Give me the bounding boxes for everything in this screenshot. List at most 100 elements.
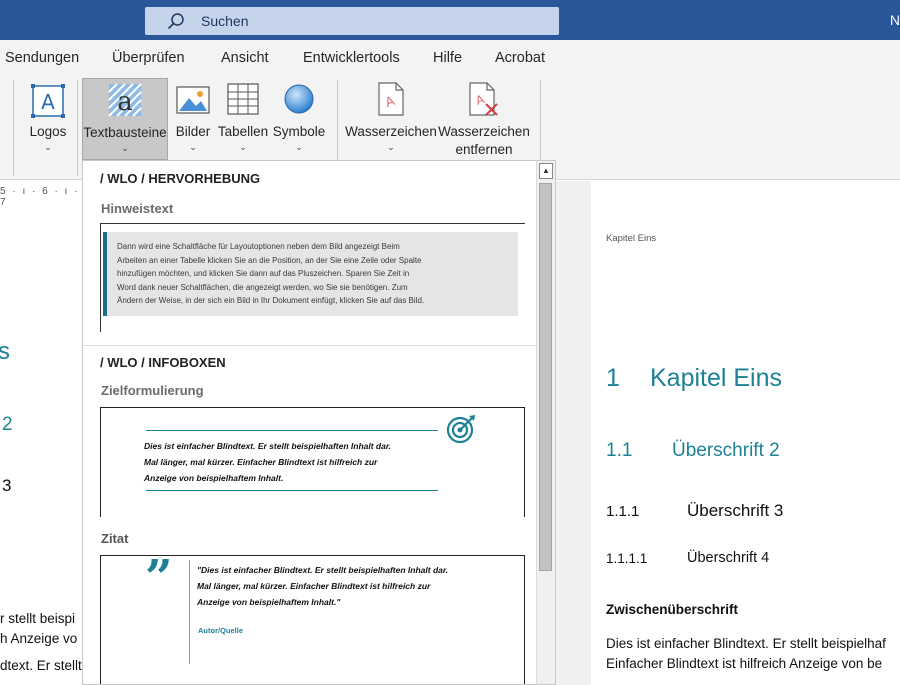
tab-ansicht[interactable]: Ansicht <box>221 50 269 66</box>
preview-border <box>100 224 101 332</box>
heading2-text: Überschrift 2 <box>672 440 780 461</box>
page-gap <box>556 181 591 685</box>
left-heading-fragment: 3 <box>2 476 12 495</box>
logos-button[interactable]: A Logos ⌄ <box>22 78 74 158</box>
text-line: Anzeige von beispielhaftem Inhalt." <box>197 597 341 607</box>
tab-ueberpruefen[interactable]: Überprüfen <box>112 50 185 66</box>
ribbon-separator <box>13 80 14 176</box>
gallery-item-title: Zielformulierung <box>101 383 204 398</box>
chevron-down-icon: ⌄ <box>44 142 52 152</box>
left-body-fragment: dtext. Er stellt <box>0 658 82 673</box>
symbole-button[interactable]: Symbole ⌄ <box>271 78 327 158</box>
chevron-down-icon: ⌄ <box>121 143 129 153</box>
ribbon-tabs: Sendungen Überprüfen Ansicht Entwicklert… <box>0 40 900 76</box>
heading2-number: 1.1 <box>606 440 633 461</box>
heading1-text: Kapitel Eins <box>650 364 783 392</box>
logos-label: Logos <box>29 124 67 139</box>
tabellen-button[interactable]: Tabellen ⌄ <box>217 78 269 158</box>
heading4-number: 1.1.1.1 <box>606 551 648 566</box>
tab-acrobat[interactable]: Acrobat <box>495 50 545 66</box>
gallery-section-title: / WLO / HERVORHEBUNG <box>100 171 261 186</box>
svg-text:A: A <box>41 90 55 114</box>
quick-parts-icon: a <box>108 83 142 117</box>
watermark-icon: A <box>378 82 404 116</box>
text-line: Ändern der Weise, in der sich ein Bild i… <box>117 296 425 305</box>
left-body-fragment: h Anzeige vo <box>0 631 78 646</box>
zielformulierung-body: Dies ist einfacher Blindtext. Er stellt … <box>144 438 391 486</box>
label-line-2: entfernen <box>455 142 513 157</box>
textbausteine-button[interactable]: a Textbausteine ⌄ <box>82 78 168 160</box>
search-placeholder: Suchen <box>201 13 249 29</box>
table-icon <box>227 83 259 115</box>
gallery-scrollbar[interactable]: ▲ <box>536 161 555 684</box>
tab-entwicklertools[interactable]: Entwicklertools <box>303 50 400 66</box>
left-body-fragment: r stellt beispi <box>0 611 76 626</box>
text-line: "Dies ist einfacher Blindtext. Er stellt… <box>197 565 449 575</box>
remove-watermark-icon: A <box>469 82 498 116</box>
textbausteine-label: Textbausteine <box>83 125 167 140</box>
gallery-item-zitat[interactable]: Zitat ” "Dies ist einfacher Blindtext. E… <box>83 523 538 684</box>
chevron-down-icon: ⌄ <box>239 142 247 152</box>
tabellen-label: Tabellen <box>217 124 269 139</box>
gallery-item-hinweistext[interactable]: Hinweistext Dann wird eine Schaltfläche … <box>83 191 538 341</box>
search-icon <box>167 13 184 30</box>
wasserzeichen-label: Wasserzeichen <box>345 124 437 139</box>
symbole-label: Symbole <box>272 124 326 139</box>
quote-rule <box>189 560 190 664</box>
heading3-text: Überschrift 3 <box>687 501 784 520</box>
text-line: Dann wird eine Schaltfläche für Layoutop… <box>117 242 400 251</box>
preview-rule <box>146 490 438 491</box>
title-bar: Suchen N <box>0 0 900 40</box>
heading1-number: 1 <box>606 364 620 392</box>
wasserzeichen-entfernen-label: Wasserzeichen entfernen <box>438 123 530 159</box>
text-line: Dies ist einfacher Blindtext. Er stellt … <box>144 441 392 451</box>
gallery-item-title: Zitat <box>101 531 129 546</box>
scrollbar-thumb[interactable] <box>539 183 552 571</box>
textbausteine-gallery: / WLO / HERVORHEBUNG Hinweistext Dann wi… <box>82 160 556 685</box>
chevron-down-icon: ⌄ <box>387 142 395 152</box>
quote-icon: ” <box>145 550 173 606</box>
left-heading-fragment: s <box>0 338 10 365</box>
ribbon-separator <box>77 80 78 176</box>
hinweistext-preview: Dann wird eine Schaltfläche für Layoutop… <box>100 223 525 332</box>
zitat-author: Autor/Quelle <box>198 626 244 635</box>
preview-rule <box>146 430 438 431</box>
zielformulierung-preview: Dies ist einfacher Blindtext. Er stellt … <box>100 407 525 517</box>
search-box[interactable]: Suchen <box>145 7 559 35</box>
ruler: 5 · ı · 6 · ı · 7 <box>0 186 80 208</box>
text-line: Anzeige von beispielhaftem Inhalt. <box>144 473 284 483</box>
left-heading-fragment: 2 <box>2 414 13 435</box>
tab-hilfe[interactable]: Hilfe <box>433 50 462 66</box>
bilder-button[interactable]: Bilder ⌄ <box>172 78 214 158</box>
body-line: Einfacher Blindtext ist hilfreich Anzeig… <box>606 656 883 671</box>
chevron-down-icon: ⌄ <box>189 142 197 152</box>
zitat-body: "Dies ist einfacher Blindtext. Er stellt… <box>197 562 448 610</box>
wasserzeichen-entfernen-button[interactable]: A Wasserzeichen entfernen <box>438 78 530 158</box>
picture-icon <box>176 86 210 114</box>
text-line: hinzufügen möchten, und klicken Sie dann… <box>117 269 410 278</box>
text-line: Mal länger, mal kürzer. Einfacher Blindt… <box>144 457 378 467</box>
text-line: Mal länger, mal kürzer. Einfacher Blindt… <box>197 581 431 591</box>
body-line: Dies ist einfacher Blindtext. Er stellt … <box>606 636 886 651</box>
zitat-preview: ” "Dies ist einfacher Blindtext. Er stel… <box>100 550 525 684</box>
tab-sendungen[interactable]: Sendungen <box>5 50 79 66</box>
user-initial[interactable]: N <box>890 12 900 28</box>
bilder-label: Bilder <box>175 124 211 139</box>
heading4-text: Überschrift 4 <box>687 550 770 566</box>
chevron-down-icon: ⌄ <box>295 142 303 152</box>
gallery-item-zielformulierung[interactable]: Zielformulierung Dies ist einfacher Blin… <box>83 375 538 517</box>
subheading: Zwischenüberschrift <box>606 602 739 617</box>
section-divider <box>83 345 538 346</box>
logo-icon: A <box>31 84 65 118</box>
scroll-up-icon[interactable]: ▲ <box>539 163 553 179</box>
wasserzeichen-button[interactable]: A Wasserzeichen ⌄ <box>345 78 437 158</box>
heading3-number: 1.1.1 <box>606 503 640 520</box>
target-icon <box>446 415 475 444</box>
gallery-item-title: Hinweistext <box>101 201 174 216</box>
globe-icon <box>284 84 314 114</box>
gallery-section-title: / WLO / INFOBOXEN <box>100 355 226 370</box>
hinweistext-body: Dann wird eine Schaltfläche für Layoutop… <box>117 240 517 308</box>
text-line: Word dank neuer Schaltflächen, die angez… <box>117 282 408 292</box>
svg-text:a: a <box>117 87 133 117</box>
label-line-1: Wasserzeichen <box>438 124 530 139</box>
